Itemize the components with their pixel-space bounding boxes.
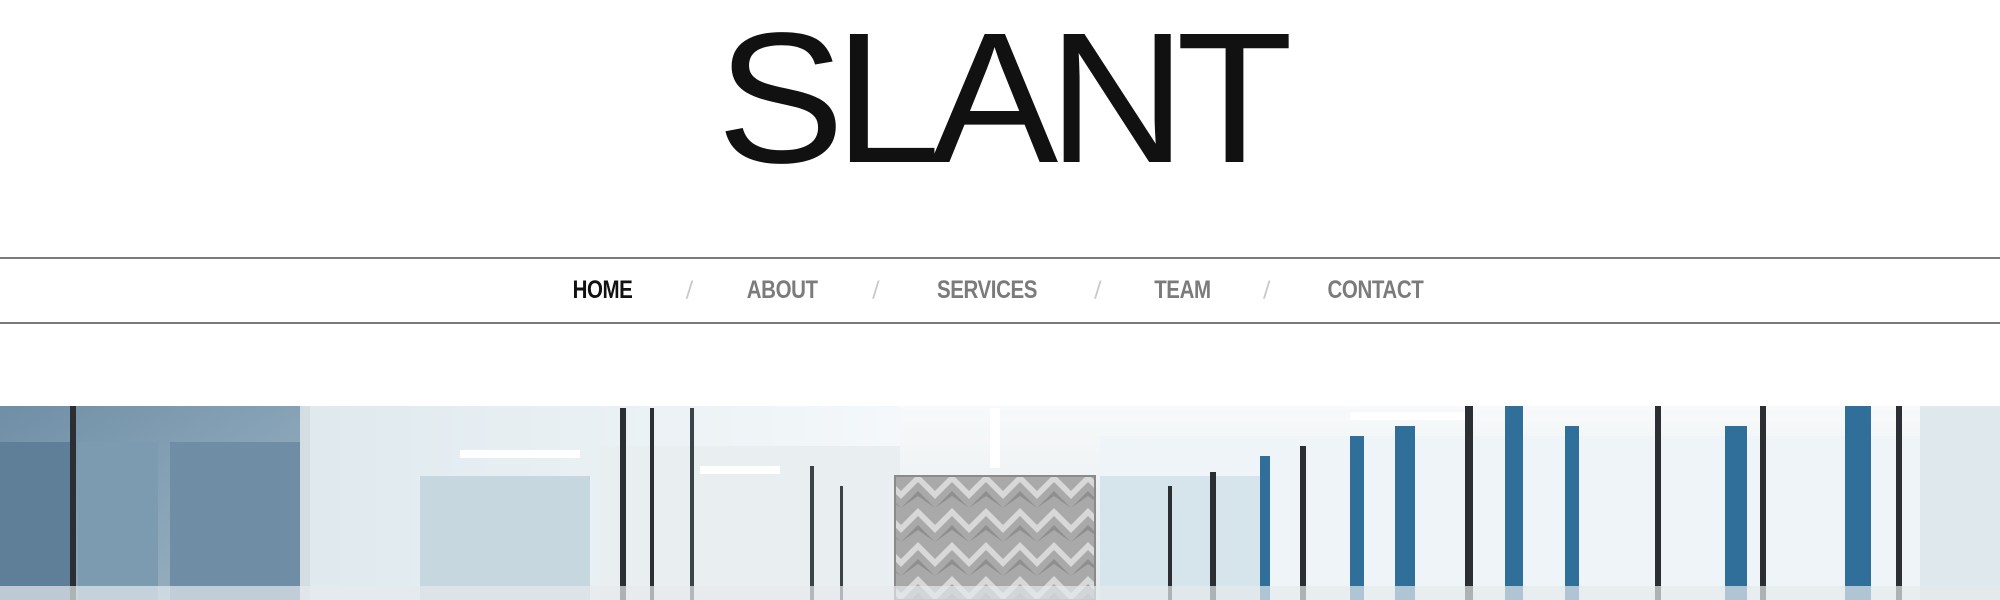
page: SLANT HOME / ABOUT / SERVICES / TEAM / C… <box>0 0 2000 600</box>
nav-item-about[interactable]: ABOUT <box>747 276 818 305</box>
main-nav: HOME / ABOUT / SERVICES / TEAM / CONTACT <box>0 257 2000 324</box>
nav-item-home[interactable]: HOME <box>573 276 633 305</box>
hero-image <box>0 406 2000 600</box>
nav-list: HOME / ABOUT / SERVICES / TEAM / CONTACT <box>566 276 1433 305</box>
nav-separator: / <box>685 278 694 303</box>
site-header: SLANT <box>0 0 2000 256</box>
nav-separator: / <box>872 278 880 303</box>
nav-item-team[interactable]: TEAM <box>1154 276 1211 305</box>
nav-item-contact[interactable]: CONTACT <box>1327 276 1423 305</box>
office-interior-illustration <box>0 406 2000 600</box>
nav-separator: / <box>1262 278 1271 303</box>
nav-item-services[interactable]: SERVICES <box>937 276 1037 305</box>
nav-separator: / <box>1094 278 1102 303</box>
site-logo[interactable]: SLANT <box>717 6 1293 192</box>
